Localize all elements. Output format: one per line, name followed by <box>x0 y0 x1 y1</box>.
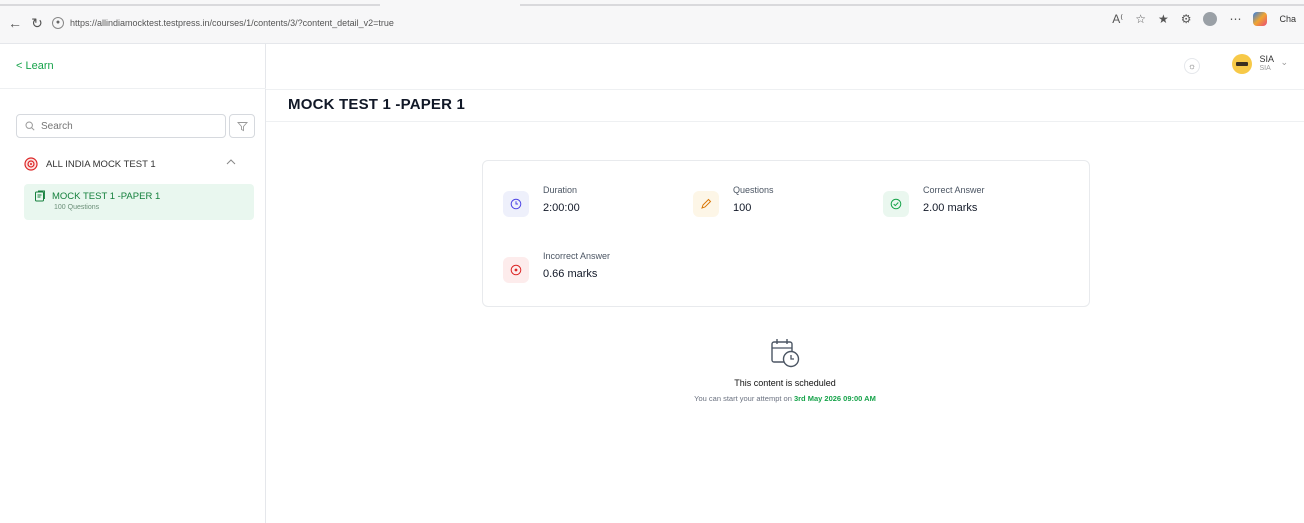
item-subtitle: 100 Questions <box>54 204 100 211</box>
schedule-prefix: You can start your attempt on <box>694 394 794 403</box>
sidebar-divider <box>0 88 266 89</box>
avatar[interactable] <box>1232 54 1252 74</box>
section-all-india-mock-test-1[interactable]: ALL INDIA MOCK TEST 1 <box>24 154 254 174</box>
favorites-icon[interactable]: ★ <box>1158 12 1169 26</box>
target-icon <box>24 157 38 171</box>
title-divider <box>266 121 1304 122</box>
copilot-icon[interactable] <box>1253 12 1268 26</box>
stat-label: Questions <box>733 185 774 195</box>
stat-duration: Duration 2:00:00 <box>503 183 580 217</box>
stat-label: Incorrect Answer <box>543 251 611 261</box>
schedule-message: You can start your attempt on 3rd May 20… <box>600 394 970 403</box>
stat-questions: Questions 100 <box>693 183 774 217</box>
address-bar[interactable]: ● https://allindiamocktest.testpress.in/… <box>52 13 1072 33</box>
favorite-star-icon[interactable]: ☆ <box>1135 12 1146 26</box>
back-arrow-icon[interactable]: ← <box>6 14 24 32</box>
sidebar-item-mock-test-1-paper-1[interactable]: MOCK TEST 1 -PAPER 1 100 Questions <box>24 184 254 220</box>
clock-icon <box>503 191 529 217</box>
browser-toolbar: ← ↻ ● https://allindiamocktest.testpress… <box>0 0 1304 44</box>
stat-incorrect-answer: Incorrect Answer 0.66 marks <box>503 249 610 283</box>
stat-value: 100 <box>733 202 752 214</box>
user-name: SIA <box>1259 54 1274 64</box>
chevron-up-icon[interactable] <box>226 158 236 166</box>
stat-label: Correct Answer <box>923 185 985 195</box>
tab-strip <box>0 0 1304 10</box>
stat-value: 2:00:00 <box>543 202 580 214</box>
more-icon[interactable]: ⋯ <box>1229 12 1241 26</box>
chevron-down-icon[interactable]: ⌄ <box>1280 57 1288 68</box>
browser-actions: A⁽ ☆ ★ ⚙ ⋯ Cha <box>1112 12 1296 26</box>
schedule-date: 3rd May 2026 09:00 AM <box>793 394 876 403</box>
check-circle-icon <box>883 191 909 217</box>
stat-label: Duration <box>543 185 578 195</box>
theme-toggle-icon[interactable]: ☼ <box>1184 58 1200 74</box>
url-text: https://allindiamocktest.testpress.in/co… <box>70 18 394 28</box>
schedule-title: This content is scheduled <box>734 378 836 388</box>
test-document-icon <box>35 190 45 202</box>
search-input[interactable] <box>41 120 211 132</box>
search-icon <box>25 121 35 131</box>
pencil-icon <box>693 191 719 217</box>
reload-icon[interactable]: ↻ <box>28 14 46 32</box>
read-aloud-icon[interactable]: A⁽ <box>1112 12 1123 26</box>
extensions-icon[interactable]: ⚙ <box>1181 12 1192 26</box>
test-info-card: Duration 2:00:00 Questions 100 Correct A… <box>482 160 1090 307</box>
item-title: MOCK TEST 1 -PAPER 1 <box>52 190 161 202</box>
top-bar: ☼ SIA SIA ⌄ <box>266 44 1304 90</box>
filter-button[interactable] <box>229 114 255 138</box>
stat-value: 2.00 marks <box>923 202 978 214</box>
filter-icon <box>236 121 248 131</box>
search-box[interactable] <box>16 114 226 138</box>
x-circle-icon <box>503 257 529 283</box>
sidebar: < Learn ALL INDIA MOCK TEST 1 MOCK TEST … <box>0 44 266 523</box>
user-subtitle: SIA <box>1259 65 1271 72</box>
profile-icon[interactable] <box>1203 12 1218 26</box>
lock-icon: ● <box>52 17 64 29</box>
page-title: MOCK TEST 1 -PAPER 1 <box>288 96 466 113</box>
stat-correct-answer: Correct Answer 2.00 marks <box>883 183 985 217</box>
back-to-learn-link[interactable]: < Learn <box>16 60 54 72</box>
user-menu[interactable]: SIA SIA <box>1259 54 1274 74</box>
profile-name: Cha <box>1279 14 1296 24</box>
section-label: ALL INDIA MOCK TEST 1 <box>46 158 156 170</box>
stat-value: 0.66 marks <box>543 268 598 280</box>
calendar-clock-icon <box>771 339 800 368</box>
